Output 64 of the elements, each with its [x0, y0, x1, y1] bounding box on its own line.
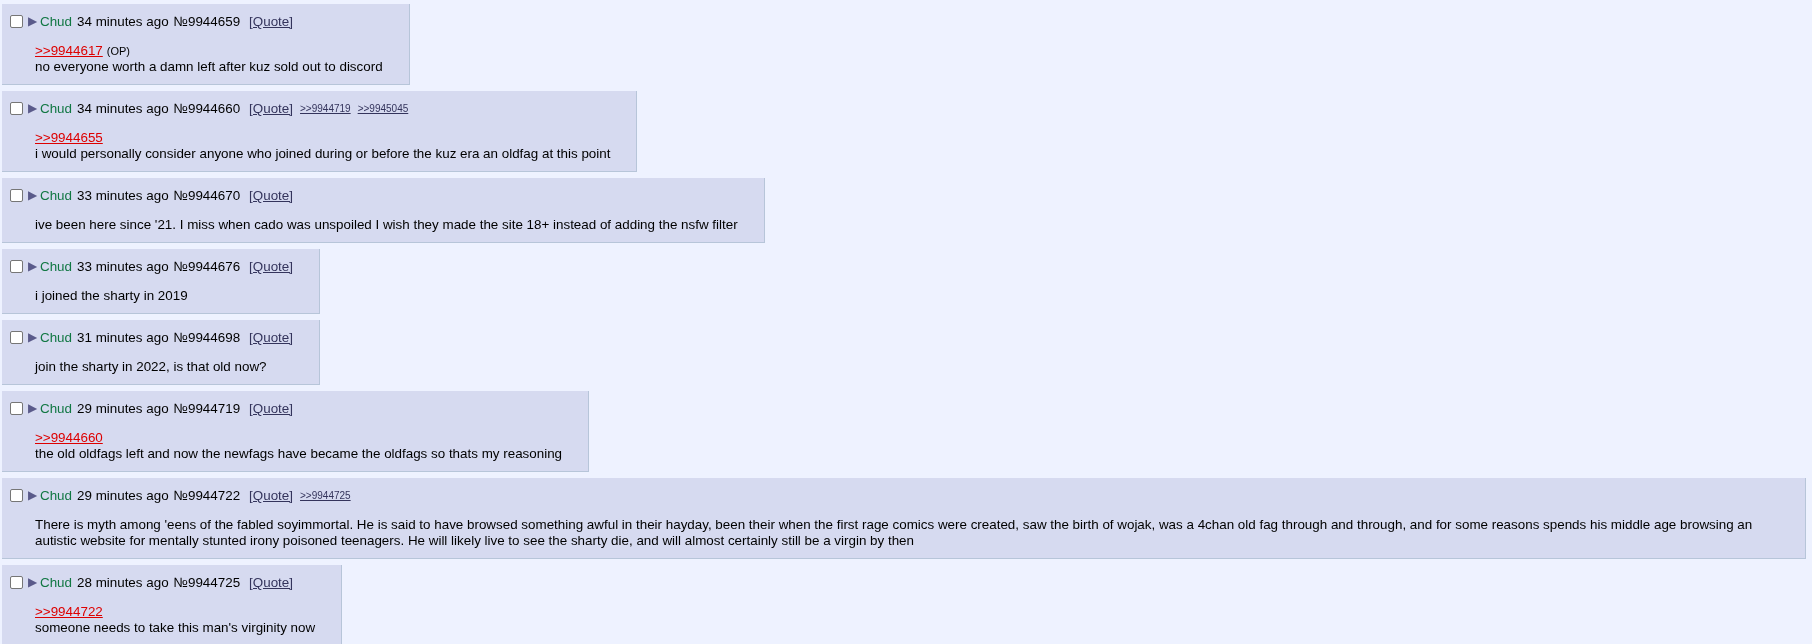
post-number[interactable]: №9944676 [173, 259, 241, 274]
select-checkbox[interactable] [10, 576, 23, 589]
poster-name: Chud [40, 14, 72, 29]
post-time: 33 minutes ago [77, 259, 169, 274]
expand-arrow[interactable]: ▶ [28, 401, 37, 416]
post-number[interactable]: №9944659 [173, 14, 241, 29]
expand-arrow[interactable]: ▶ [28, 14, 37, 29]
post-number[interactable]: №9944698 [173, 330, 241, 345]
backlink[interactable]: >>9944719 [300, 101, 351, 116]
select-checkbox[interactable] [10, 260, 23, 273]
post-text: the old oldfags left and now the newfags have became the oldfags so thats my reasoning [35, 446, 563, 462]
post-time: 33 minutes ago [77, 188, 169, 203]
select-checkbox[interactable] [10, 331, 23, 344]
quote-link[interactable]: [Quote] [249, 101, 293, 116]
expand-arrow[interactable]: ▶ [28, 259, 37, 274]
reply-quote-link[interactable]: >>9944617 [35, 43, 103, 59]
quote-link[interactable]: [Quote] [249, 401, 293, 416]
op-marker: (OP) [106, 44, 130, 59]
poster-name: Chud [40, 101, 72, 116]
quote-link[interactable]: [Quote] [249, 575, 293, 590]
post-time: 29 minutes ago [77, 488, 169, 503]
post-text: join the sharty in 2022, is that old now? [35, 359, 268, 375]
post-time: 29 minutes ago [77, 401, 169, 416]
expand-arrow[interactable]: ▶ [28, 488, 37, 503]
select-checkbox[interactable] [10, 102, 23, 115]
post-text: ive been here since '21. I miss when cado was unspoiled I wish they made the site 18+ instead of adding the nsfw filter [35, 217, 738, 233]
post-number[interactable]: №9944670 [173, 188, 241, 203]
select-checkbox[interactable] [10, 489, 23, 502]
poster-name: Chud [40, 401, 72, 416]
post-number[interactable]: №9944722 [173, 488, 241, 503]
post-text: someone needs to take this man's virginity now [35, 620, 316, 636]
quote-link[interactable]: [Quote] [249, 488, 293, 503]
select-checkbox[interactable] [10, 189, 23, 202]
reply-quote-link[interactable]: >>9944655 [35, 130, 103, 146]
post-time: 34 minutes ago [77, 101, 169, 116]
quote-link[interactable]: [Quote] [249, 330, 293, 345]
post-number[interactable]: №9944719 [173, 401, 241, 416]
expand-arrow[interactable]: ▶ [28, 188, 37, 203]
select-checkbox[interactable] [10, 402, 23, 415]
select-checkbox[interactable] [10, 15, 23, 28]
post-time: 31 minutes ago [77, 330, 169, 345]
backlink[interactable]: >>9945045 [357, 101, 409, 116]
backlink[interactable]: >>9944725 [300, 488, 351, 503]
expand-arrow[interactable]: ▶ [28, 330, 37, 345]
poster-name: Chud [40, 259, 72, 274]
post-text: no everyone worth a damn left after kuz sold out to discord [35, 59, 383, 75]
post-text: There is myth among 'eens of the fabled soyimmortal. He is said to have browsed something awful in their hayday, been their when the first rage comics were created, saw the birth of wojak, was a 4chan old fag through and through, and for some reasons spends his middle age browsing an autistic website for mentally stunted irony poisoned teenagers. He will likely live to see the sharty die, and will almost certainly still be a virgin by then [35, 517, 1754, 549]
quote-link[interactable]: [Quote] [249, 14, 293, 29]
quote-link[interactable]: [Quote] [249, 259, 293, 274]
poster-name: Chud [40, 330, 72, 345]
poster-name: Chud [40, 575, 72, 590]
reply-quote-link[interactable]: >>9944660 [35, 430, 103, 446]
post-time: 28 minutes ago [77, 575, 169, 590]
post-time: 34 minutes ago [77, 14, 169, 29]
poster-name: Chud [40, 188, 72, 203]
post-text: i joined the sharty in 2019 [35, 288, 189, 304]
reply-quote-link[interactable]: >>9944722 [35, 604, 103, 620]
expand-arrow[interactable]: ▶ [28, 575, 37, 590]
poster-name: Chud [40, 488, 72, 503]
post-text: i would personally consider anyone who joined during or before the kuz era an oldfag at this point [35, 146, 611, 162]
post-number[interactable]: №9944660 [173, 101, 241, 116]
expand-arrow[interactable]: ▶ [28, 101, 37, 116]
post-number[interactable]: №9944725 [173, 575, 241, 590]
quote-link[interactable]: [Quote] [249, 188, 293, 203]
